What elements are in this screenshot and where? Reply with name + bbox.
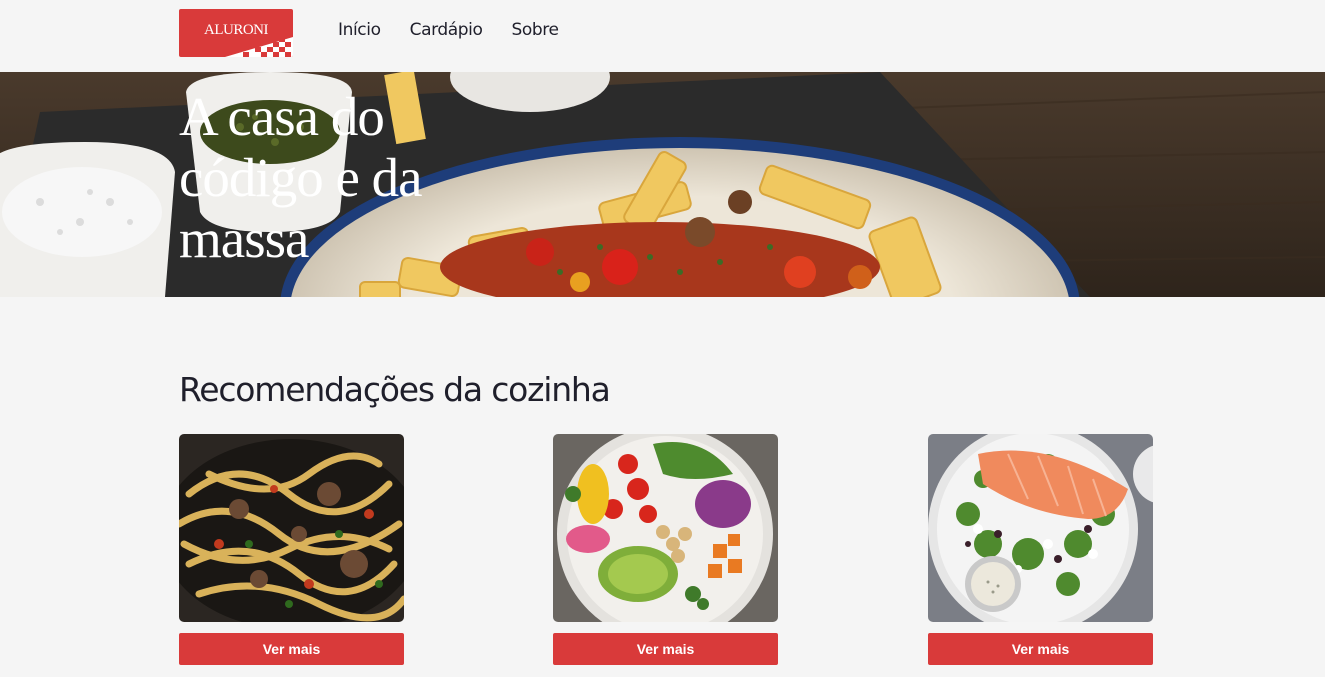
ver-mais-button[interactable]: Ver mais bbox=[928, 633, 1153, 665]
recommendation-card: Ver mais bbox=[553, 434, 778, 665]
hero-title: A casa do código e da massa bbox=[179, 86, 423, 269]
recommendation-card: Ver mais bbox=[928, 434, 1153, 665]
hero-banner: A casa do código e da massa bbox=[0, 72, 1325, 297]
main-nav: Início Cardápio Sobre bbox=[338, 20, 559, 40]
aluroni-logo[interactable]: ALURONI bbox=[179, 9, 293, 57]
section-title: Recomendações da cozinha bbox=[179, 370, 611, 409]
nav-sobre[interactable]: Sobre bbox=[512, 20, 559, 40]
pasta-dish-image[interactable] bbox=[179, 434, 404, 622]
nav-inicio[interactable]: Início bbox=[338, 20, 381, 40]
salad-dish-image[interactable] bbox=[553, 434, 778, 622]
site-header: ALURONI Início Cardápio Sobre bbox=[0, 0, 1325, 72]
ver-mais-button[interactable]: Ver mais bbox=[553, 633, 778, 665]
nav-cardapio[interactable]: Cardápio bbox=[410, 20, 483, 40]
recommendation-card: Ver mais bbox=[179, 434, 404, 665]
salmon-dish-image[interactable] bbox=[928, 434, 1153, 622]
ver-mais-button[interactable]: Ver mais bbox=[179, 633, 404, 665]
checkered-pattern bbox=[225, 37, 293, 57]
